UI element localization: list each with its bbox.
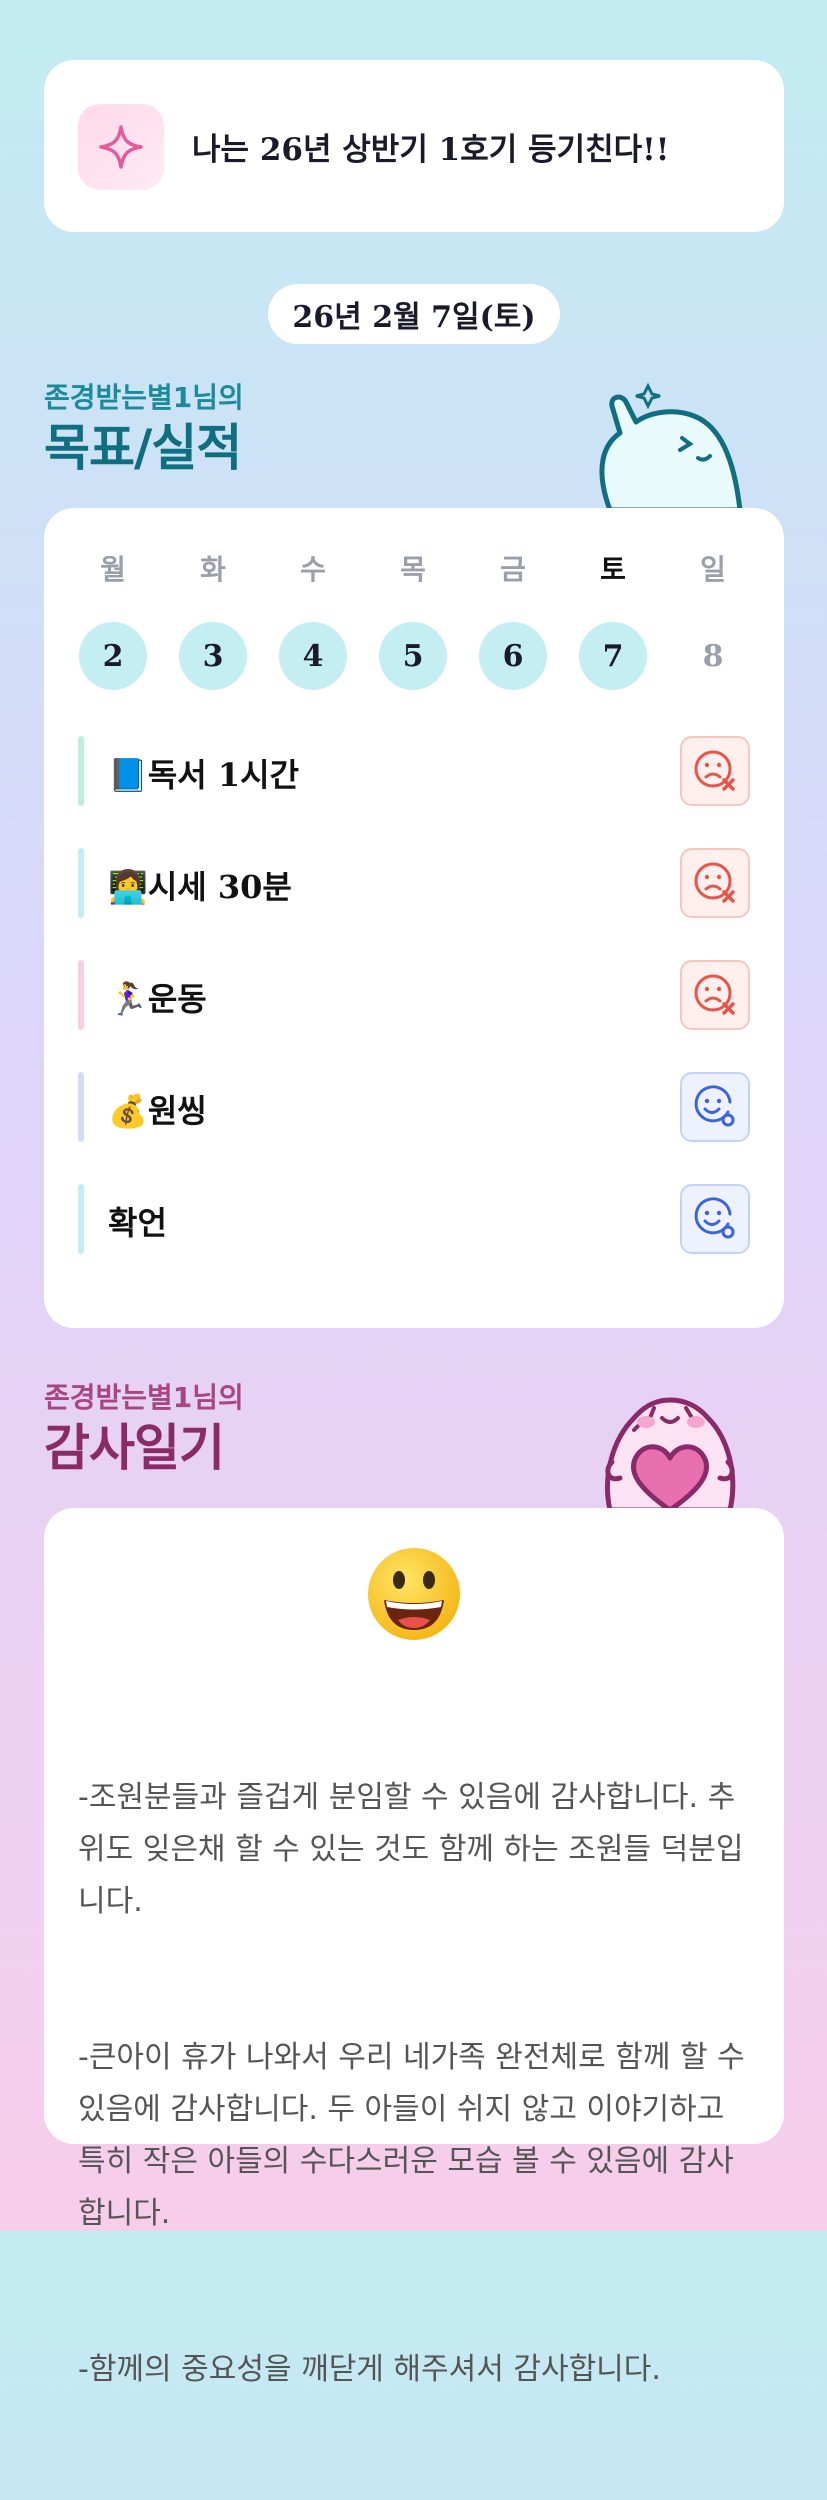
day-label: 월 xyxy=(100,553,126,586)
gratitude-line: -큰아이 휴가 나와서 우리 네가족 완전체로 함께 할 수 있음에 감사합니다… xyxy=(78,2040,755,2231)
goal-label: 📘독서 1시간 xyxy=(108,756,300,794)
day-sat[interactable]: 토 xyxy=(578,548,648,588)
day-num-thu[interactable]: 5 xyxy=(379,622,447,690)
goal-label: 🏃‍♀️운동 xyxy=(108,980,207,1018)
goals-title: 목표/실적 xyxy=(44,419,242,477)
day-mon[interactable]: 월 xyxy=(78,548,148,588)
day-num-sat[interactable]: 7 xyxy=(579,622,647,690)
goal-color-bar xyxy=(78,1072,84,1142)
day-label: 일 xyxy=(700,553,726,586)
motto-card[interactable]: 나는 26년 상반기 1호기 등기친다!! xyxy=(44,60,784,232)
mascot-pink-heart-icon xyxy=(588,1378,752,1513)
goal-label: 💰원씽 xyxy=(108,1092,207,1130)
sad-face-fail-icon[interactable] xyxy=(680,736,750,806)
goal-row[interactable]: 👩‍💻시세 30분 xyxy=(78,848,750,918)
day-label: 화 xyxy=(200,553,226,586)
day-num-fri[interactable]: 6 xyxy=(479,622,547,690)
mascot-teal-icon xyxy=(590,378,750,513)
day-label: 수 xyxy=(300,553,326,586)
day-label: 금 xyxy=(500,553,526,586)
goal-color-bar xyxy=(78,736,84,806)
goal-color-bar xyxy=(78,848,84,918)
day-num-mon[interactable]: 2 xyxy=(79,622,147,690)
goal-row[interactable]: 🏃‍♀️운동 xyxy=(78,960,750,1030)
goal-label: 확언 xyxy=(108,1204,167,1242)
goal-color-bar xyxy=(78,960,84,1030)
goal-row[interactable]: 확언 xyxy=(78,1184,750,1254)
day-num-wed[interactable]: 4 xyxy=(279,622,347,690)
date-pill[interactable]: 26년 2월 7일(토) xyxy=(268,284,560,344)
day-num-sun[interactable]: 8 xyxy=(679,622,747,690)
smile-face-ok-icon[interactable] xyxy=(680,1072,750,1142)
motto-text: 나는 26년 상반기 1호기 등기친다!! xyxy=(192,132,670,168)
day-thu[interactable]: 목 xyxy=(378,548,448,588)
gratitude-card: -조원분들과 즐겁게 분임할 수 있음에 감사합니다. 추위도 잊은채 할 수 … xyxy=(44,1508,784,2387)
smile-face-ok-icon[interactable] xyxy=(680,1184,750,1254)
gratitude-line: -함께의 중요성을 깨닫게 해주셔서 감사합니다. xyxy=(78,2352,661,2387)
day-tue[interactable]: 화 xyxy=(178,548,248,588)
day-num-tue[interactable]: 3 xyxy=(179,622,247,690)
sad-face-fail-icon[interactable] xyxy=(680,848,750,918)
day-wed[interactable]: 수 xyxy=(278,548,348,588)
gratitude-line: -조원분들과 즐겁게 분임할 수 있음에 감사합니다. 추위도 잊은채 할 수 … xyxy=(78,1780,744,1919)
goal-row[interactable]: 💰원씽 xyxy=(78,1072,750,1142)
goal-color-bar xyxy=(78,1184,84,1254)
gratitude-title: 감사일기 xyxy=(44,1419,225,1477)
day-label: 목 xyxy=(400,553,426,586)
goals-card: 월 화 수 목 금 토 일 2 3 4 5 6 7 8 📘독서 1시간 xyxy=(44,508,784,1328)
day-label: 토 xyxy=(600,553,626,586)
sparkle-icon xyxy=(78,104,164,190)
sad-face-fail-icon[interactable] xyxy=(680,960,750,1030)
day-sun[interactable]: 일 xyxy=(678,548,748,588)
grinning-face-icon xyxy=(364,1544,464,1644)
goal-label: 👩‍💻시세 30분 xyxy=(108,868,292,906)
day-fri[interactable]: 금 xyxy=(478,548,548,588)
goal-row[interactable]: 📘독서 1시간 xyxy=(78,736,750,806)
gratitude-text: -조원분들과 즐겁게 분임할 수 있음에 감사합니다. 추위도 잊은채 할 수 … xyxy=(78,1668,758,2500)
